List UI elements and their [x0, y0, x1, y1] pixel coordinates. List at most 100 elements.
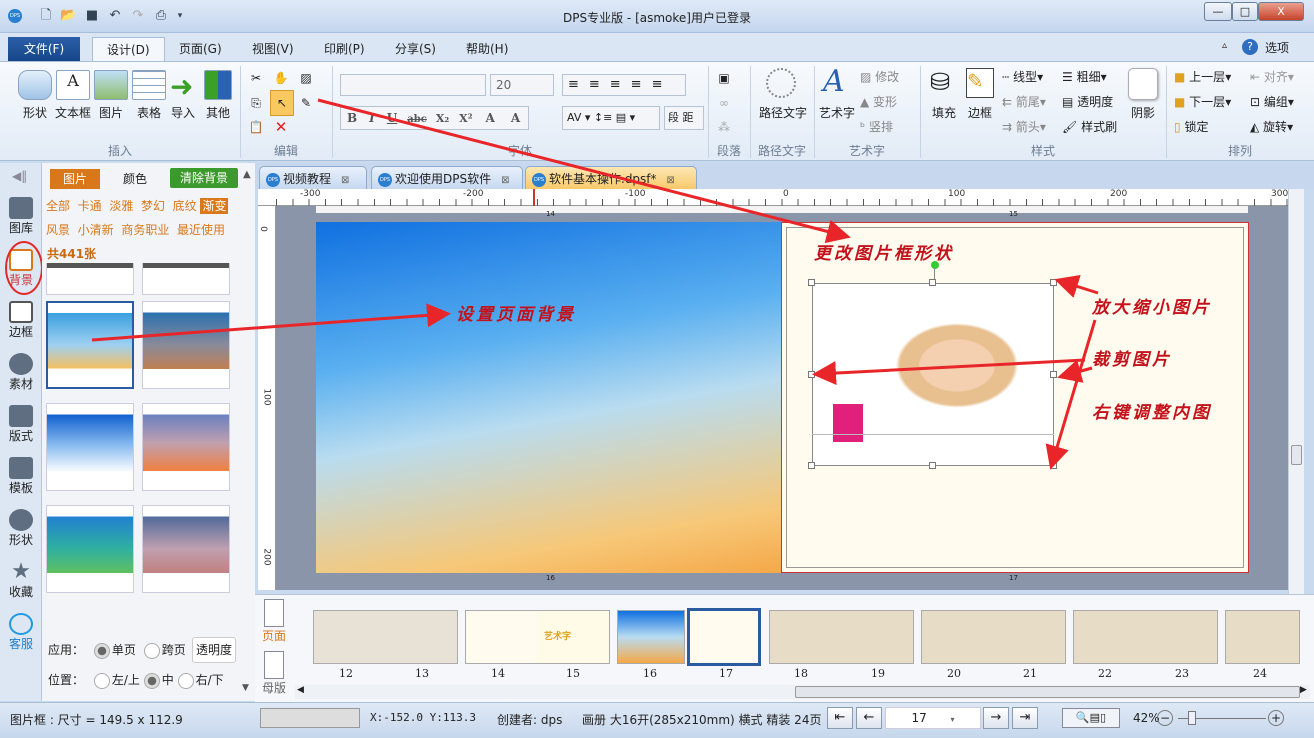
hand-icon[interactable]: ✋ — [273, 70, 289, 86]
scroll-thumb[interactable] — [795, 686, 1300, 698]
italic-button[interactable]: I — [363, 111, 381, 125]
lock-button[interactable]: ▯ 锁定 — [1174, 116, 1208, 138]
fill-button[interactable]: 填充 — [926, 104, 962, 121]
close-tab-icon[interactable]: ⊠ — [501, 175, 509, 186]
thumbnail-spread-18-19[interactable] — [769, 610, 914, 664]
minimize-button[interactable]: — — [1204, 2, 1232, 21]
thumb-tab-master[interactable]: 母版 — [259, 651, 289, 696]
zoom-slider-thumb[interactable] — [1188, 711, 1196, 725]
paragraph-button[interactable]: 段 — [668, 111, 679, 124]
send-backward-button[interactable]: ■ 下一层▾ — [1174, 91, 1231, 113]
panel-tab-image[interactable]: 图片 — [50, 169, 100, 189]
textbox-button[interactable]: 文本框 — [52, 104, 94, 121]
align-button[interactable]: ⇤ 对齐▾ — [1250, 66, 1294, 88]
transform-button[interactable]: ▲ 变形 — [860, 91, 897, 113]
clear-background-button[interactable]: 清除背景 — [170, 168, 238, 188]
bold-button[interactable]: B — [341, 111, 363, 125]
close-tab-icon[interactable]: ⊠ — [341, 175, 349, 186]
unlink-icon[interactable]: ⁂ — [716, 119, 732, 135]
tab-file[interactable]: 文件(F) — [8, 37, 80, 61]
shadow-button[interactable]: 阴影 — [1124, 104, 1162, 121]
background-thumbnail[interactable] — [142, 505, 230, 593]
shape-icon[interactable] — [18, 70, 52, 100]
tab-help[interactable]: 帮助(H) — [452, 37, 522, 61]
position-left-radio[interactable]: 左/上 — [93, 672, 140, 689]
tab-share[interactable]: 分享(S) — [381, 37, 450, 61]
zoom-in-button[interactable]: + — [1268, 710, 1284, 726]
category-recent[interactable]: 最近使用 — [177, 223, 225, 237]
thumbnail-page-24[interactable] — [1225, 610, 1300, 664]
arrow-head-button[interactable]: ⇉ 箭头▾ — [1002, 116, 1046, 138]
apply-spread-radio[interactable]: 跨页 — [143, 642, 186, 659]
category-cartoon[interactable]: 卡通 — [78, 199, 102, 213]
thumbnail-page-16[interactable] — [617, 610, 685, 664]
resize-handle[interactable] — [929, 462, 936, 469]
sidebar-item-shape[interactable]: 形状 — [0, 509, 42, 548]
scroll-thumb[interactable] — [1291, 445, 1302, 465]
background-thumbnail[interactable] — [46, 403, 134, 491]
highlight-button[interactable]: A — [503, 111, 528, 125]
other-button[interactable]: 其他 — [200, 104, 236, 121]
sidebar-item-support[interactable]: 客服 — [0, 613, 42, 652]
path-text-button[interactable]: 路径文字 — [754, 104, 812, 121]
view-mode-buttons[interactable]: 🔍▤▯ — [1062, 708, 1120, 728]
thumbnail-spread-12-13[interactable] — [313, 610, 458, 664]
scroll-left-icon[interactable]: ◀ — [297, 685, 304, 695]
import-icon[interactable]: ➜ — [170, 70, 193, 103]
border-button[interactable]: 边框 — [962, 104, 998, 121]
spacing-buttons[interactable]: AV ▾ ↕≡ ▤ ▾ — [562, 106, 660, 130]
maximize-button[interactable]: □ — [1232, 2, 1258, 21]
modify-button[interactable]: ▨ 修改 — [860, 66, 899, 88]
tab-view[interactable]: 视图(V) — [238, 37, 308, 61]
table-button[interactable]: 表格 — [130, 104, 168, 121]
position-right-radio[interactable]: 右/下 — [177, 672, 224, 689]
sidebar-item-favorites[interactable]: ★ 收藏 — [0, 561, 42, 600]
thumb-tab-pages[interactable]: 页面 — [259, 599, 289, 644]
first-page-button[interactable]: ⇤ — [827, 707, 853, 729]
shadow-icon[interactable] — [1128, 68, 1158, 100]
underline-button[interactable]: U — [381, 111, 403, 125]
collapse-ribbon-icon[interactable]: ▵ — [1222, 40, 1227, 51]
group-button[interactable]: ⊡ 编组▾ — [1250, 91, 1294, 113]
arrow-tail-button[interactable]: ⇇ 箭尾▾ — [1002, 91, 1046, 113]
scroll-up-icon[interactable]: ▲ — [243, 169, 251, 180]
format-painter-button[interactable]: 🖌 样式刷 — [1062, 116, 1117, 138]
crop-handle[interactable] — [808, 371, 815, 378]
right-page[interactable]: 更改图片框形状 放大缩小图片 裁剪图片 右键调整内图 — [781, 222, 1249, 573]
next-page-button[interactable]: → — [983, 707, 1009, 729]
import-button[interactable]: 导入 — [166, 104, 200, 121]
copy-icon[interactable]: ⎘ — [248, 95, 264, 111]
strikethrough-button[interactable]: abc — [403, 114, 431, 125]
help-icon[interactable]: ? — [1242, 39, 1258, 55]
category-business[interactable]: 商务职业 — [121, 223, 169, 237]
transparency-button[interactable]: ▤ 透明度 — [1062, 91, 1113, 113]
other-icon[interactable] — [204, 70, 232, 100]
category-all[interactable]: 全部 — [46, 199, 70, 213]
thickness-button[interactable]: ☰ 粗细▾ — [1062, 66, 1107, 88]
thumbnail-page-17-selected[interactable] — [687, 608, 761, 666]
background-thumbnail[interactable] — [46, 505, 134, 593]
sidebar-item-layout[interactable]: 版式 — [0, 405, 42, 444]
textbox-link-icon[interactable]: ▣ — [716, 70, 732, 86]
subscript-button[interactable]: X₂ — [431, 112, 454, 125]
category-gradient[interactable]: 渐变 — [200, 198, 229, 214]
collapse-panel-icon[interactable]: ◀‖ — [12, 169, 27, 183]
font-size-select[interactable]: 20 — [490, 74, 554, 96]
background-thumbnail[interactable] — [142, 263, 230, 295]
rotate-handle[interactable] — [931, 261, 939, 269]
path-text-icon[interactable] — [766, 68, 796, 98]
page-select[interactable]: 17 ▾ — [885, 707, 981, 729]
selected-image-frame[interactable] — [812, 283, 1054, 466]
tab-print[interactable]: 印刷(P) — [310, 37, 379, 61]
sidebar-item-border[interactable]: 边框 — [0, 301, 42, 340]
textbox-icon[interactable]: A — [56, 70, 90, 100]
edit-shape-icon[interactable]: ✎ — [298, 95, 314, 111]
superscript-button[interactable]: X² — [454, 112, 477, 125]
scroll-right-icon[interactable]: ▶ — [1300, 685, 1307, 695]
paste-icon[interactable]: 📋 — [248, 119, 264, 135]
spacing-button[interactable]: 距 — [683, 111, 694, 124]
prev-page-button[interactable]: ← — [856, 707, 882, 729]
image-tool-icon[interactable]: ▨ — [298, 70, 314, 86]
close-button[interactable]: X — [1258, 2, 1304, 21]
doc-tab-video-tutorial[interactable]: DPS 视频教程 ⊠ — [259, 166, 367, 189]
